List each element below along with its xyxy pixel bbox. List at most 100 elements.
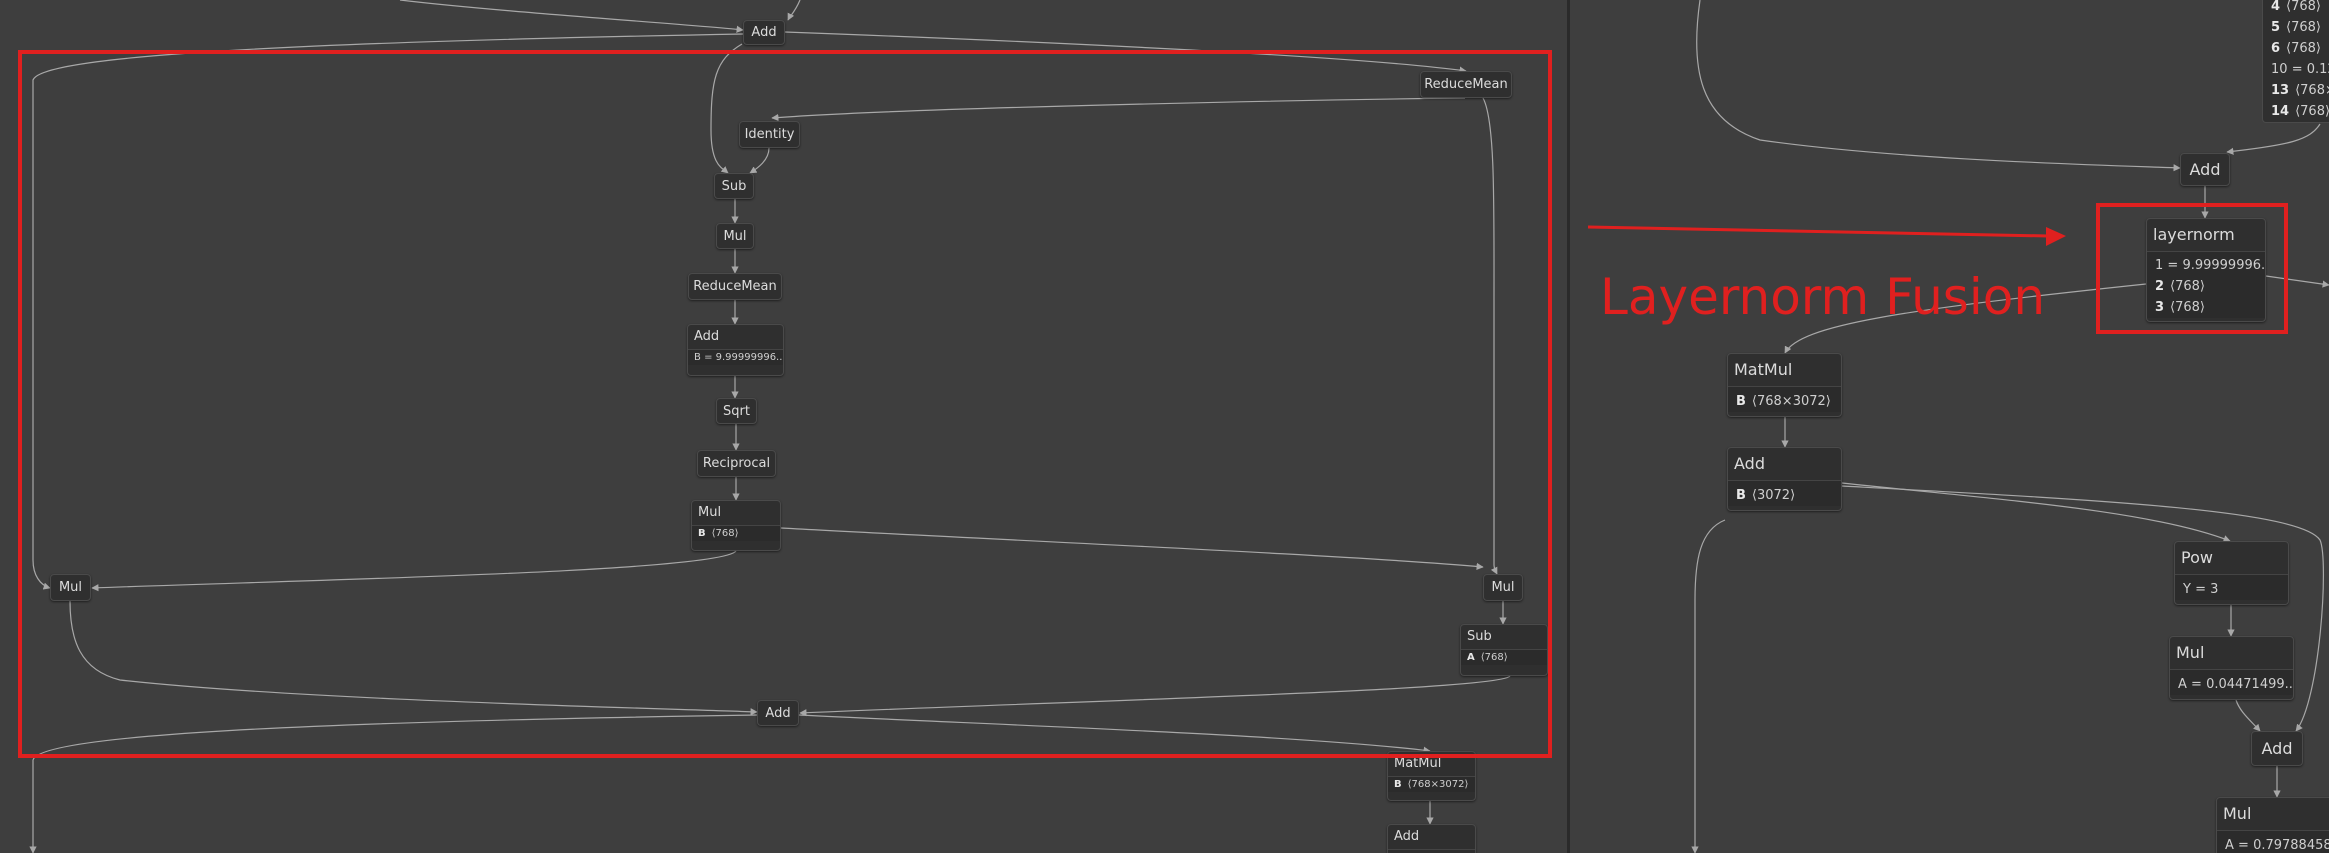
add-node[interactable]: Add	[1387, 824, 1476, 853]
graph-edge	[1482, 97, 1498, 575]
annotation-label: Layernorm Fusion	[1600, 268, 2046, 326]
node-attribute: 3 ⟨768⟩	[2155, 300, 2206, 315]
node-title: Mul	[58, 580, 83, 595]
node-attribute: B ⟨3072⟩	[1736, 488, 1796, 503]
node-title: Add	[1388, 825, 1475, 850]
node-title: Add	[2261, 739, 2293, 758]
identity-node[interactable]: Identity	[739, 121, 800, 148]
mul-node[interactable]: Mul	[1483, 574, 1523, 601]
node-attribute: 5 ⟨768⟩	[2271, 20, 2322, 35]
graph-edge	[749, 147, 770, 174]
mul-constant-node[interactable]: Mul A = 0.04471499...	[2169, 636, 2294, 700]
node-title: Add	[2189, 160, 2221, 179]
graph-edge	[32, 33, 744, 590]
node-attributes: B ⟨768×3072⟩	[1728, 387, 1841, 412]
node-title: Sub	[1461, 625, 1547, 650]
graph-edge	[1691, 519, 1726, 853]
node-attributes: A = 0.79788458...	[2217, 831, 2329, 853]
node-attribute: 13⟨768×...	[2271, 83, 2329, 98]
mul-node[interactable]: Mul	[716, 223, 754, 249]
node-attributes: B ⟨768⟩	[692, 526, 780, 541]
reduce-mean-node[interactable]: ReduceMean	[688, 273, 782, 300]
add-node[interactable]: Add	[743, 20, 785, 45]
node-attributes: Y = 3	[2175, 575, 2288, 600]
node-attribute: Y = 3	[2183, 582, 2219, 597]
node-title: MatMul	[1728, 354, 1841, 387]
sub-node[interactable]: Sub	[714, 173, 754, 199]
node-attributes: B ⟨3072⟩	[1728, 481, 1841, 506]
graph-canvas[interactable]: Add ReduceMean Identity Sub Mul ReduceMe…	[0, 0, 2329, 853]
node-attribute: B ⟨768⟩	[698, 528, 739, 539]
graph-edge	[2265, 275, 2329, 288]
node-title: Mul	[2170, 637, 2293, 670]
graph-edge	[799, 675, 1511, 717]
node-attribute: 2 ⟨768⟩	[2155, 279, 2206, 294]
graph-edge	[780, 527, 1484, 571]
node-title: Identity	[744, 127, 795, 142]
node-title: Mul	[723, 228, 747, 244]
add-epsilon-node[interactable]: Add B = 9.99999996...	[687, 324, 784, 376]
graph-edge	[1696, 0, 2181, 172]
graph-edge	[69, 600, 758, 716]
node-title: Add	[765, 705, 791, 721]
node-title: layernorm	[2147, 219, 2265, 252]
node-attribute: B ⟨768×3072⟩	[1394, 779, 1469, 790]
mul-node[interactable]: Mul	[50, 574, 91, 601]
node-attribute: A = 0.79788458...	[2225, 838, 2329, 853]
node-attributes: B = 9.99999996...	[688, 350, 783, 365]
pow-node[interactable]: Pow Y = 3	[2174, 541, 2289, 605]
node-title: Reciprocal	[702, 456, 771, 471]
node-attribute: 1 = 9.99999996...	[2155, 258, 2266, 273]
graph-edge	[1841, 482, 2231, 543]
matmul-node[interactable]: MatMul B ⟨768×3072⟩	[1727, 353, 1842, 417]
add-node[interactable]: Add	[757, 700, 799, 726]
panel-divider	[1567, 0, 1570, 853]
add-node[interactable]: Add	[2251, 731, 2303, 766]
node-attribute: A ⟨768⟩	[1467, 652, 1508, 663]
graph-edge	[771, 97, 1466, 122]
graph-edge	[2235, 699, 2261, 732]
node-title: MatMul	[1388, 752, 1475, 777]
edge-layer	[29, 0, 2329, 853]
node-attribute: 10 = 0.12...	[2271, 62, 2329, 77]
node-attributes: A ⟨768⟩	[1461, 650, 1547, 665]
graph-edge	[29, 714, 758, 853]
matmul-node[interactable]: MatMul B ⟨768×3072⟩	[1387, 751, 1476, 801]
node-title: Add	[688, 325, 783, 350]
graph-edge	[798, 714, 1431, 754]
reduce-mean-node[interactable]: ReduceMean	[1420, 71, 1512, 98]
node-title: Add	[1728, 448, 1841, 481]
node-title: Mul	[692, 501, 780, 526]
sub-beta-node[interactable]: Sub A ⟨768⟩	[1460, 624, 1548, 676]
mul-gamma-node[interactable]: Mul B ⟨768⟩	[691, 500, 781, 551]
graph-edge	[710, 43, 743, 174]
reciprocal-node[interactable]: Reciprocal	[697, 450, 776, 477]
node-attributes: B ⟨768×3072⟩	[1388, 777, 1475, 792]
node-title: Sub	[721, 178, 747, 194]
node-title: Pow	[2175, 542, 2288, 575]
node-title: Add	[751, 25, 777, 40]
graph-edge	[91, 550, 737, 592]
initializer-list[interactable]: 4⟨768⟩ 5⟨768⟩ 6⟨768⟩ 10 = 0.12... 13⟨768…	[2262, 0, 2329, 123]
graph-edge	[784, 31, 1467, 74]
layernorm-node[interactable]: layernorm 1 = 9.99999996... 2 ⟨768⟩ 3 ⟨768…	[2146, 218, 2266, 322]
add-node[interactable]: Add	[2180, 153, 2230, 186]
node-attribute: B = 9.99999996...	[694, 352, 784, 363]
node-attributes: 1 = 9.99999996... 2 ⟨768⟩ 3 ⟨768⟩	[2147, 252, 2265, 318]
node-title: Sqrt	[723, 403, 750, 419]
graph-edge	[399, 0, 744, 33]
node-attributes: A = 0.04471499...	[2170, 670, 2293, 695]
add-bias-node[interactable]: Add B ⟨3072⟩	[1727, 447, 1842, 511]
node-attribute: 4 ⟨768⟩	[2271, 0, 2322, 14]
sqrt-node[interactable]: Sqrt	[716, 398, 757, 424]
node-title: ReduceMean	[693, 279, 777, 294]
graph-edge	[2226, 123, 2321, 155]
node-title: Mul	[1491, 580, 1515, 595]
node-attribute: 14 ⟨768⟩	[2271, 104, 2329, 119]
node-title: Mul	[2217, 798, 2329, 831]
node-title: ReduceMean	[1424, 77, 1508, 92]
graph-edge	[787, 0, 801, 21]
node-attribute: A = 0.04471499...	[2178, 677, 2294, 692]
node-attribute: B ⟨768×3072⟩	[1736, 394, 1831, 409]
mul-node[interactable]: Mul A = 0.79788458...	[2216, 797, 2329, 853]
